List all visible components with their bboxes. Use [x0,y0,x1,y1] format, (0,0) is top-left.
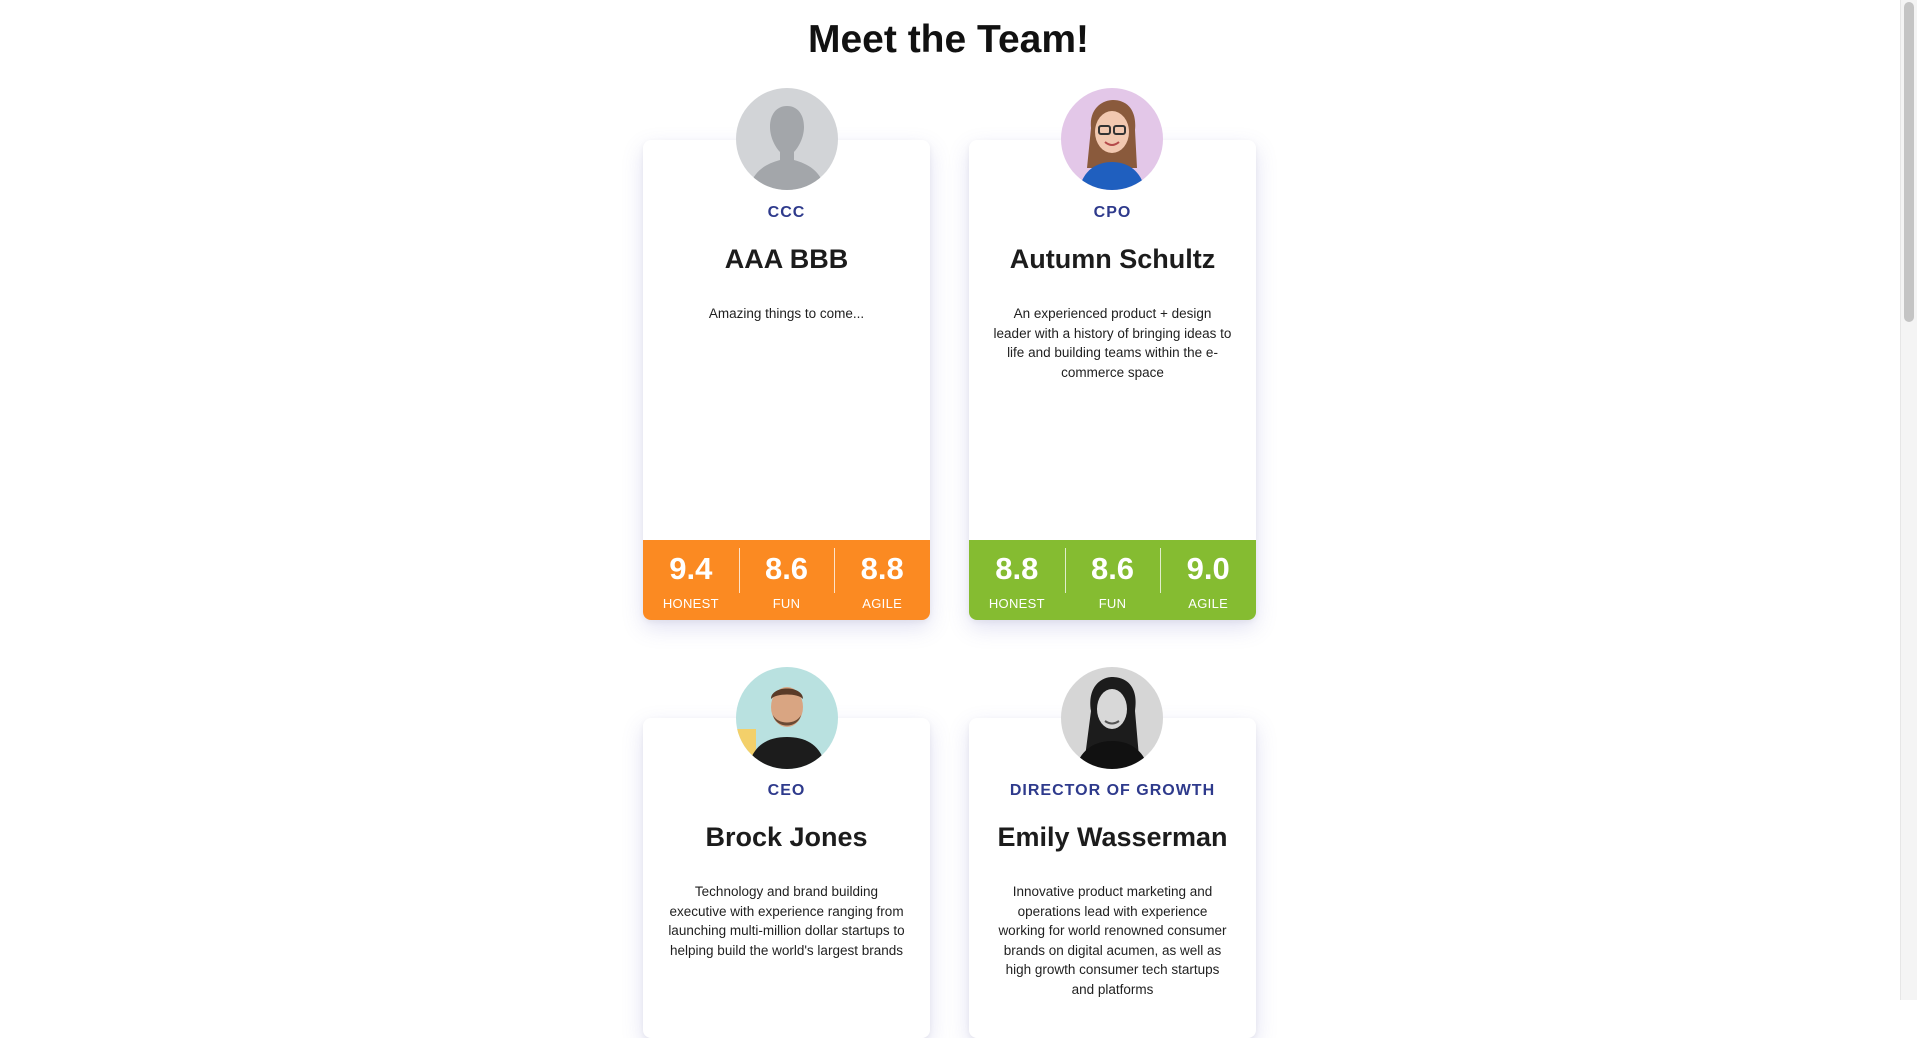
team-member-bio: An experienced product + design leader w… [993,306,1232,380]
team-member-name: Autumn Schultz [1009,244,1216,274]
stat-fun: 8.6 FUN [738,540,835,620]
stat-label: FUN [1098,596,1127,611]
scrollbar-thumb[interactable] [1904,2,1914,322]
stat-value: 8.8 [860,551,904,586]
stat-value: 9.4 [669,551,713,586]
stat-honest: 9.4 HONEST [643,540,739,620]
team-member-name: Brock Jones [705,822,868,852]
team-member-name: Emily Wasserman [997,822,1228,852]
stat-label: AGILE [862,596,903,611]
stats-bar: 9.4 HONEST 8.6 FUN 8.8 AGILE [643,540,930,620]
stat-label: FUN [772,596,801,611]
avatar-brock-jones [736,667,838,769]
stat-value: 9.0 [1186,551,1230,586]
team-member-bio: Innovative product marketing and operati… [998,884,1227,997]
team-card-autumn-schultz: CPO Autumn Schultz An experienced produc… [969,140,1256,620]
team-member-role: CCC [767,204,806,221]
team-member-role: DIRECTOR OF GROWTH [1009,782,1216,799]
stat-value: 8.6 [1090,551,1135,586]
stat-label: HONEST [662,596,719,611]
stat-agile: 8.8 AGILE [834,540,930,620]
person-silhouette-icon [736,88,838,190]
stat-agile: 9.0 AGILE [1160,540,1256,620]
scrollbar[interactable] [1900,0,1917,1000]
stats-bar: 8.8 HONEST 8.6 FUN 9.0 AGILE [969,540,1256,620]
stat-honest: 8.8 HONEST [969,540,1065,620]
stat-value: 8.6 [764,551,809,586]
stat-value: 8.8 [995,551,1039,586]
team-card-aaa-bbb: CCC AAA BBB Amazing things to come... 9.… [643,140,930,620]
team-member-role: CEO [767,782,806,799]
team-member-bio: Amazing things to come... [708,306,865,321]
stat-label: HONEST [988,596,1045,611]
stat-fun: 8.6 FUN [1064,540,1161,620]
team-member-bio: Technology and brand building executive … [668,884,905,958]
stat-label: AGILE [1188,596,1229,611]
team-member-role: CPO [1093,204,1132,221]
page-title: Meet the Team! [808,18,1089,61]
avatar-autumn-schultz [1061,88,1163,190]
avatar-emily-wasserman [1061,667,1163,769]
team-member-name: AAA BBB [724,244,849,274]
